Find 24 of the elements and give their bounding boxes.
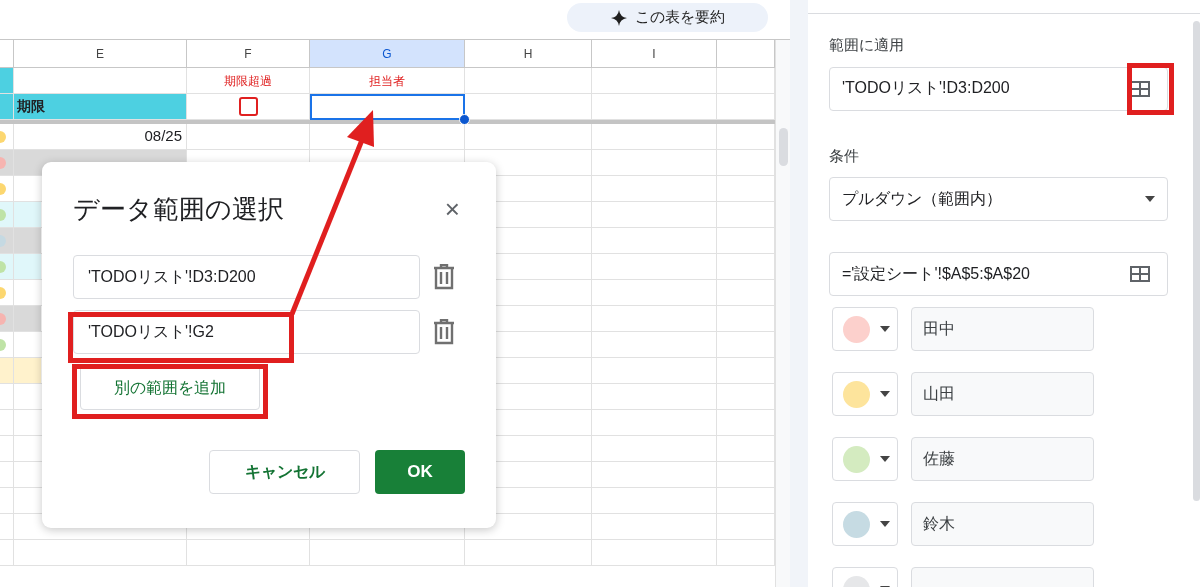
field-label: 範囲に適用 [829,35,905,55]
column-header[interactable]: H [465,40,592,68]
column-header[interactable]: I [592,40,717,68]
table-cell: 08/25 [14,124,187,150]
range-field[interactable]: 'TODOリスト'!D3:D200 [829,66,1168,111]
option-field[interactable]: 田中 [911,307,1094,351]
range-field[interactable]: 'TODOリスト'!D3:D200 [73,255,420,299]
field-label: 条件 [829,145,860,166]
option-field[interactable]: 佐藤 [911,437,1094,481]
summarize-button[interactable]: この表を要約 [567,3,768,32]
close-button[interactable]: × [438,194,466,224]
option-field[interactable]: 鈴木 [911,502,1094,546]
table-cell: 期限超過 [187,68,310,94]
range-field[interactable]: ='設定シート'!$A$5:$A$20 [829,252,1168,296]
option-field[interactable]: 山田 [911,372,1094,416]
dialog-title: データ範囲の選択 [73,193,284,226]
table-cell: 期限 [14,94,187,120]
cancel-button[interactable]: キャンセル [209,450,360,494]
criteria-dropdown[interactable]: プルダウン（範囲内） [829,177,1168,221]
range-field[interactable]: 'TODOリスト'!G2 [73,310,420,354]
table-cell: 担当者 [310,68,465,94]
ok-button[interactable]: OK [375,450,465,494]
column-header[interactable]: E [14,40,187,68]
column-header[interactable]: G [310,40,465,68]
